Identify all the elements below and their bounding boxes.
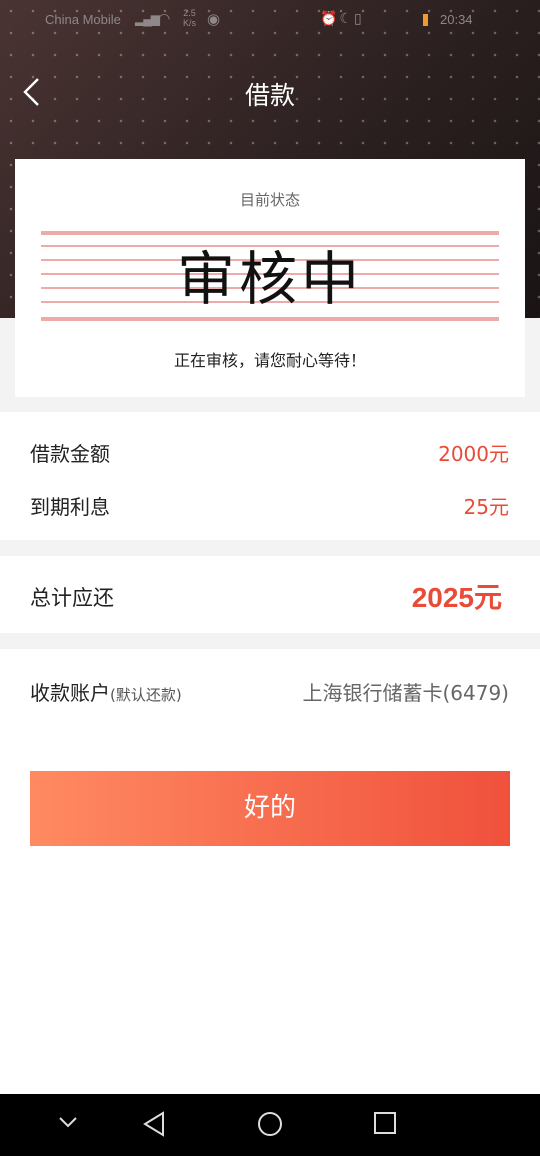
loan-amount-label: 借款金额 xyxy=(30,442,110,466)
chevron-down-icon[interactable] xyxy=(56,1110,80,1134)
account-label-text: 收款账户 xyxy=(30,681,110,705)
interest-label: 到期利息 xyxy=(30,495,110,519)
status-card: 目前状态 审核中 正在审核，请您耐心等待！ xyxy=(15,159,525,397)
status-note: 正在审核，请您耐心等待！ xyxy=(173,351,366,370)
signal-icon: ▂▄▆ xyxy=(135,12,160,26)
loan-amount-value: 2000元 xyxy=(438,442,509,466)
navbar: 借款 xyxy=(0,62,540,122)
clock: 20:34 xyxy=(440,12,473,27)
account-row[interactable]: 收款账户(默认还款) 上海银行储蓄卡(6479) xyxy=(0,649,540,731)
total-value: 2025元 xyxy=(411,582,502,613)
system-nav-bar xyxy=(0,1094,540,1156)
carrier-label: China Mobile xyxy=(45,12,121,27)
back-triangle-icon[interactable] xyxy=(141,1110,167,1138)
total-section: 总计应还 2025元 xyxy=(0,556,540,633)
stamp-line xyxy=(41,231,499,235)
status-stamp: 审核中 xyxy=(41,231,499,325)
interest-value: 25元 xyxy=(463,495,509,519)
net-speed-unit: K/s xyxy=(183,18,197,28)
total-label: 总计应还 xyxy=(30,586,114,610)
loan-amount-row: 借款金额 2000元 xyxy=(0,430,540,470)
alarm-moon-vibrate-icons: ⏰☾▯ xyxy=(320,10,364,26)
account-label: 收款账户(默认还款) xyxy=(30,677,182,706)
ok-button[interactable]: 好的 xyxy=(30,771,510,846)
status-caption: 目前状态 xyxy=(239,191,300,209)
interest-row: 到期利息 25元 xyxy=(0,483,540,523)
recents-square-icon[interactable] xyxy=(372,1110,398,1136)
eye-icon: ◉ xyxy=(207,11,221,28)
status-bar: China Mobile ▂▄▆ ◠ 2.5 K/s ◉ ⏰☾▯ 20:34 xyxy=(0,0,540,40)
wifi-icon: ◠ xyxy=(158,10,171,26)
net-speed: 2.5 K/s xyxy=(183,8,196,28)
battery-icon xyxy=(423,14,428,26)
home-circle-icon[interactable] xyxy=(256,1110,284,1138)
net-speed-value: 2.5 xyxy=(183,8,196,18)
loan-details: 借款金额 2000元 到期利息 25元 xyxy=(0,412,540,540)
account-sub-label: (默认还款) xyxy=(110,686,182,704)
account-value: 上海银行储蓄卡(6479) xyxy=(302,681,509,705)
status-text: 审核中 xyxy=(176,245,363,313)
page-title: 借款 xyxy=(244,81,295,110)
